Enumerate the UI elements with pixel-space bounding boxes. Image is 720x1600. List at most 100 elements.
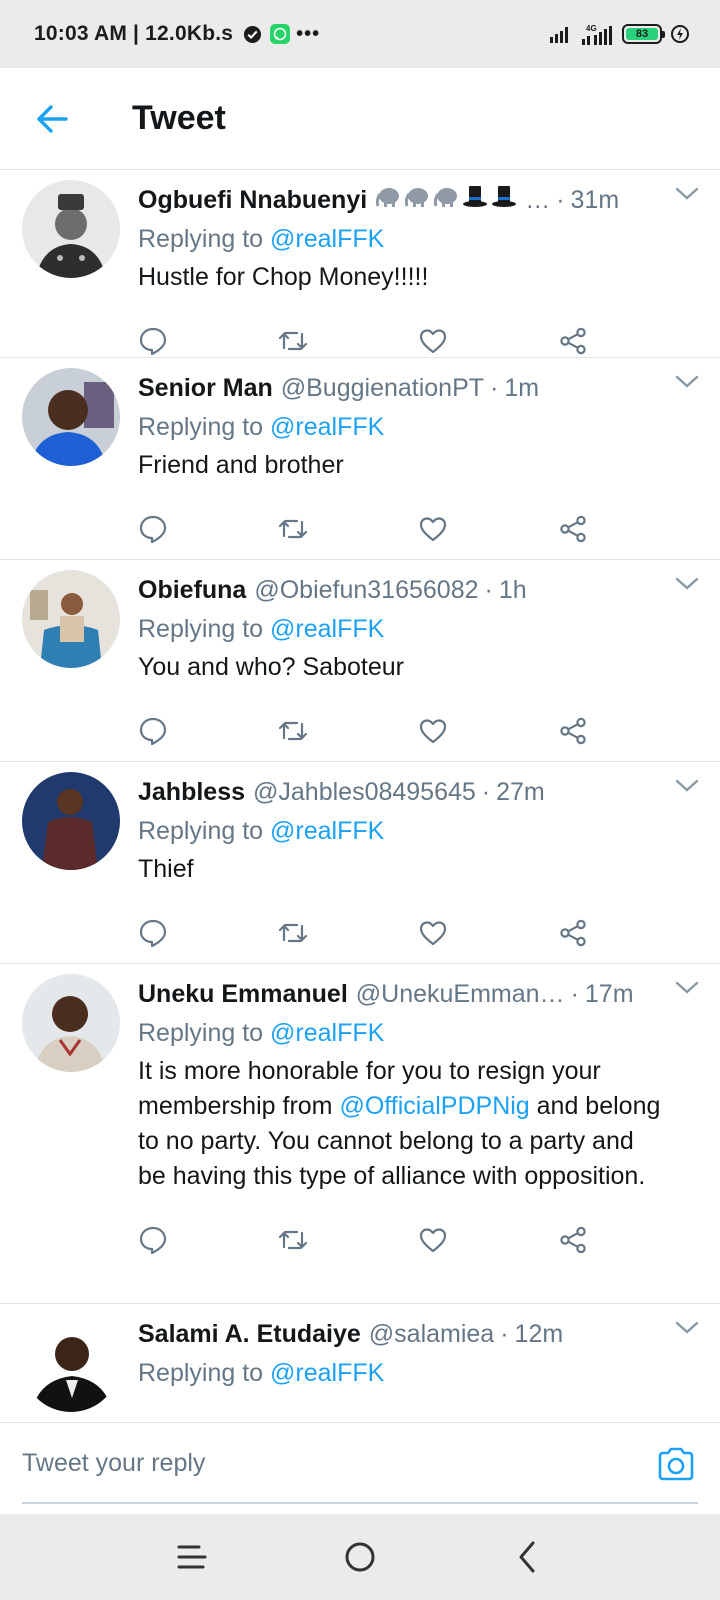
replying-to-link[interactable]: @realFFK [270, 817, 384, 845]
heart-icon [419, 329, 447, 354]
tweet-header: Ogbuefi Nnabuenyi … · 31m [138, 180, 698, 220]
camera-button[interactable] [654, 1442, 698, 1486]
home-button[interactable] [330, 1527, 390, 1587]
tweet-header: Uneku Emmanuel @UnekuEmman… · 17m [138, 974, 698, 1014]
tweet-item[interactable]: Senior Man @BuggienationPT · 1m Replying… [0, 358, 720, 560]
author-handle[interactable]: @salamiea [369, 1314, 494, 1354]
comment-icon [139, 327, 167, 356]
author-name[interactable]: Obiefuna [138, 570, 246, 610]
tweet-time[interactable]: 31m [571, 180, 620, 220]
replying-to-link[interactable]: @realFFK [270, 615, 384, 643]
app-header: Tweet [0, 68, 720, 170]
replying-to-link[interactable]: @realFFK [270, 413, 384, 441]
author-name[interactable]: Ogbuefi Nnabuenyi [138, 180, 367, 220]
tweet-time[interactable]: 1m [504, 368, 539, 408]
replying-to: Replying to @realFFK [138, 812, 698, 850]
share-button[interactable] [558, 707, 698, 755]
comment-icon [139, 1226, 167, 1255]
retweet-button[interactable] [278, 909, 418, 957]
author-name[interactable]: Uneku Emmanuel [138, 974, 348, 1014]
avatar[interactable] [22, 368, 120, 466]
retweet-button[interactable] [278, 1216, 418, 1264]
chevron-down-icon[interactable] [674, 980, 700, 996]
replying-to-link[interactable]: @realFFK [270, 1359, 384, 1387]
author-handle[interactable]: @BuggienationPT [281, 368, 484, 408]
chevron-down-icon[interactable] [674, 778, 700, 794]
author-name[interactable]: Salami A. Etudaiye [138, 1314, 361, 1354]
avatar[interactable] [22, 772, 120, 870]
tweet-item[interactable]: Ogbuefi Nnabuenyi … · 31m Replying to @r… [0, 170, 720, 358]
reply-button[interactable] [138, 1216, 278, 1264]
replying-prefix: Replying to [138, 225, 271, 253]
chevron-down-icon[interactable] [674, 1320, 700, 1336]
tweet-body: Friend and brother [138, 451, 344, 479]
tweet-actions [138, 1194, 698, 1280]
like-button[interactable] [418, 505, 558, 553]
replying-prefix: Replying to [138, 615, 271, 643]
author-name[interactable]: Senior Man [138, 368, 273, 408]
tweet-item[interactable]: Uneku Emmanuel @UnekuEmman… · 17m Replyi… [0, 964, 720, 1304]
retweet-icon [278, 1230, 308, 1250]
avatar[interactable] [22, 974, 120, 1072]
back-nav-button[interactable] [498, 1527, 558, 1587]
mention-link[interactable]: @OfficialPDPNig [339, 1092, 529, 1120]
retweet-button[interactable] [278, 707, 418, 755]
home-circle-icon [345, 1542, 375, 1572]
share-button[interactable] [558, 505, 698, 553]
replying-to-link[interactable]: @realFFK [270, 225, 384, 253]
tweet-item[interactable]: Obiefuna @Obiefun31656082 · 1h Replying … [0, 560, 720, 762]
avatar[interactable] [22, 570, 120, 668]
share-button[interactable] [558, 909, 698, 957]
elephant-icon [405, 188, 429, 207]
retweet-button[interactable] [278, 505, 418, 553]
camera-icon [658, 1447, 694, 1480]
elephant-icon [376, 188, 400, 207]
tweet-header: Jahbless @Jahbles08495645 · 27m [138, 772, 698, 812]
replying-prefix: Replying to [138, 1359, 271, 1387]
top-hat-icon [463, 186, 488, 207]
chevron-down-icon[interactable] [674, 576, 700, 592]
reply-button[interactable] [138, 909, 278, 957]
menu-button[interactable] [162, 1527, 222, 1587]
system-nav-bar [0, 1514, 720, 1600]
status-bar: 10:03 AM | 12.0Kb.s ••• 4G 83 [0, 0, 720, 68]
like-button[interactable] [418, 1216, 558, 1264]
avatar[interactable] [22, 1314, 120, 1412]
tweet-body: Hustle for Chop Money!!!!! [138, 263, 429, 291]
author-name[interactable]: Jahbless [138, 772, 245, 812]
tweet-item[interactable]: Salami A. Etudaiye @salamiea · 12m Reply… [0, 1304, 720, 1422]
heart-icon [419, 921, 447, 946]
chevron-left-icon [519, 1541, 535, 1573]
replying-to: Replying to @realFFK [138, 1014, 698, 1052]
author-handle[interactable]: @Jahbles08495645 [253, 772, 476, 812]
tweet-time[interactable]: 12m [515, 1314, 564, 1354]
avatar[interactable] [22, 180, 120, 278]
replying-to: Replying to @realFFK [138, 1354, 698, 1392]
signal-icon [550, 27, 568, 43]
comment-icon [139, 717, 167, 746]
author-handle[interactable]: @UnekuEmman… [356, 974, 565, 1014]
separator-dot: · [484, 576, 493, 604]
replying-to: Replying to @realFFK [138, 408, 698, 446]
replying-to-link[interactable]: @realFFK [270, 1019, 384, 1047]
reply-input[interactable] [22, 1449, 654, 1478]
tweet-time[interactable]: 1h [499, 570, 527, 610]
status-time: 10:03 AM | 12.0Kb.s [34, 22, 234, 45]
reply-button[interactable] [138, 505, 278, 553]
retweet-icon [278, 721, 308, 741]
chevron-down-icon[interactable] [674, 374, 700, 390]
chevron-down-icon[interactable] [674, 186, 700, 202]
like-button[interactable] [418, 707, 558, 755]
tweet-time[interactable]: 27m [496, 772, 545, 812]
like-button[interactable] [418, 909, 558, 957]
status-right-group: 4G 83 [550, 23, 690, 45]
reply-button[interactable] [138, 707, 278, 755]
tweet-time[interactable]: 17m [585, 974, 634, 1014]
author-handle[interactable]: @Obiefun31656082 [254, 570, 478, 610]
replies-feed[interactable]: Ogbuefi Nnabuenyi … · 31m Replying to @r… [0, 170, 720, 1422]
back-button[interactable] [24, 91, 80, 147]
share-icon [560, 327, 586, 355]
retweet-icon [278, 519, 308, 539]
share-button[interactable] [558, 1216, 698, 1264]
tweet-item[interactable]: Jahbless @Jahbles08495645 · 27m Replying… [0, 762, 720, 964]
